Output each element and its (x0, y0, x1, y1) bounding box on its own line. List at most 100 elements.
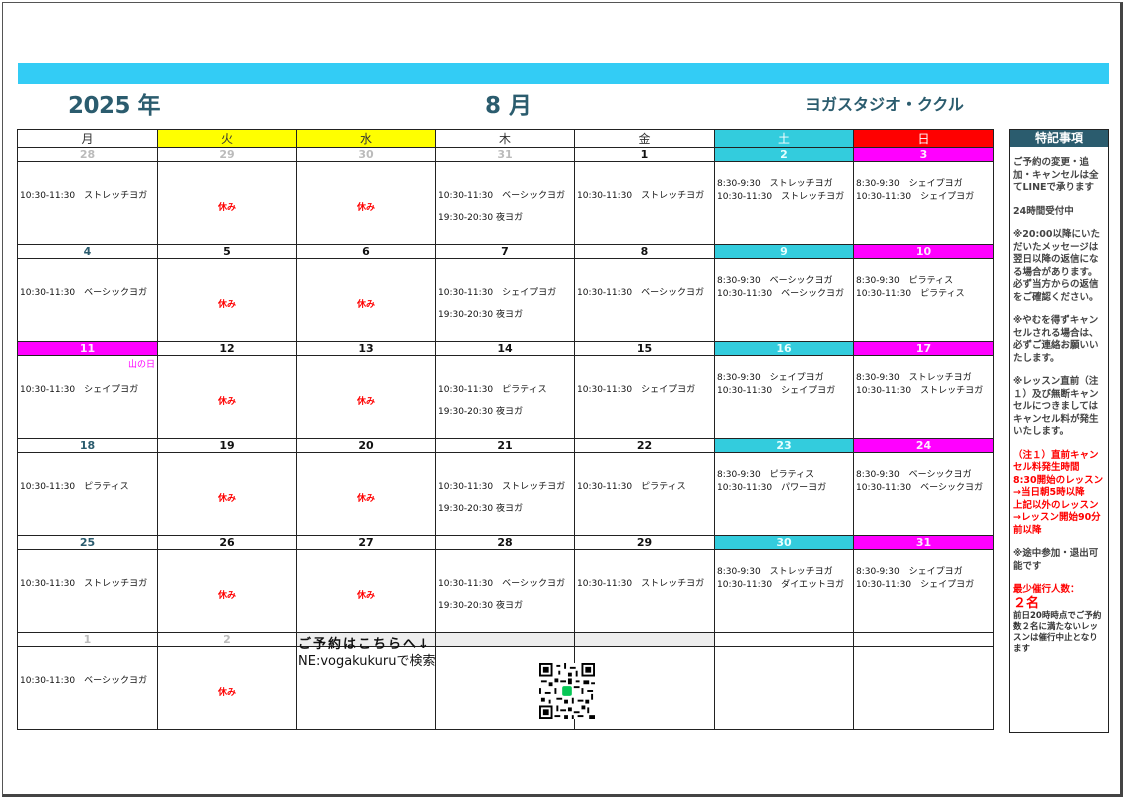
date-sun (853, 632, 994, 647)
day-cell[interactable]: 8:30-9:30 シェイプヨガ 10:30-11:30 シェイプヨガ (853, 549, 994, 633)
day-cell[interactable]: 休み (296, 549, 436, 633)
note-24h: 24時間受付中 (1013, 205, 1074, 217)
closed-label: 休み (356, 397, 375, 407)
lesson-entry: 10:30-11:30 ベーシックヨガ (20, 288, 147, 298)
day-cell[interactable]: 10:30-11:30 ベーシックヨガ (17, 646, 158, 730)
lesson-entry: 10:30-11:30 ベーシックヨガ (438, 579, 565, 589)
day-cell[interactable]: 10:30-11:30 ストレッチヨガ (574, 549, 715, 633)
lesson-entry: 8:30-9:30 ストレッチヨガ (717, 567, 833, 577)
lesson-entry: 10:30-11:30 シェイプヨガ (577, 385, 696, 395)
day-cell[interactable] (574, 646, 715, 730)
day-cell[interactable] (853, 646, 994, 730)
qr-code-icon[interactable] (539, 663, 595, 719)
day-cell[interactable]: 8:30-9:30 ピラティス 10:30-11:30 パワーヨガ (714, 452, 854, 536)
closed-label: 休み (217, 688, 236, 698)
date-sat: 23 (714, 438, 854, 453)
day-cell[interactable]: 山の日 10:30-11:30 シェイプヨガ (17, 355, 158, 439)
lesson-entry: 8:30-9:30 ストレッチヨガ (717, 179, 833, 189)
day-cell[interactable]: 8:30-9:30 シェイプヨガ 10:30-11:30 シェイプヨガ (714, 355, 854, 439)
day-cell[interactable]: 10:30-11:30 ストレッチヨガ (574, 161, 715, 245)
date-sat: 9 (714, 244, 854, 259)
day-cell[interactable]: 休み (157, 355, 297, 439)
weekday-thu: 木 (435, 129, 575, 148)
note-cancel: ※やむを得ずキャンセルされる場合は、必ずご連絡お願いいたします。 (1013, 315, 1099, 364)
day-cell[interactable]: 10:30-11:30 ストレッチヨガ (17, 161, 158, 245)
day-cell[interactable]: 10:30-11:30 ベーシックヨガ 19:30-20:30 夜ヨガ (435, 549, 575, 633)
weekday-header-row: 月 火 水 木 金 土 日 (17, 129, 994, 148)
date-thu: 31 (435, 147, 575, 162)
day-cell[interactable]: 10:30-11:30 ピラティス 19:30-20:30 夜ヨガ (435, 355, 575, 439)
closed-label: 休み (217, 397, 236, 407)
day-cell[interactable]: 8:30-9:30 ベーシックヨガ 10:30-11:30 ベーシックヨガ (714, 258, 854, 342)
schedule-row: 10:30-11:30 ストレッチヨガ 休み 休み 10:30-11:30 ベーシック… (17, 161, 994, 245)
day-cell[interactable]: 8:30-9:30 ストレッチヨガ 10:30-11:30 ストレッチヨガ (853, 355, 994, 439)
schedule-row: 10:30-11:30 ストレッチヨガ 休み 休み 10:30-11:30 ベーシック… (17, 549, 994, 633)
day-cell[interactable]: 8:30-9:30 ストレッチヨガ 10:30-11:30 ダイエットヨガ (714, 549, 854, 633)
day-cell[interactable] (714, 646, 854, 730)
day-cell[interactable]: 10:30-11:30 ベーシックヨガ 19:30-20:30 夜ヨガ (435, 161, 575, 245)
day-cell[interactable]: 8:30-9:30 ベーシックヨガ 10:30-11:30 ベーシックヨガ (853, 452, 994, 536)
day-cell[interactable]: 休み (157, 646, 297, 730)
day-cell[interactable]: 休み (296, 258, 436, 342)
date-wed: 13 (296, 341, 436, 356)
date-thu: 21 (435, 438, 575, 453)
day-cell[interactable]: 休み (296, 452, 436, 536)
day-cell[interactable]: 8:30-9:30 ピラティス 10:30-11:30 ピラティス (853, 258, 994, 342)
date-row: 12 (17, 632, 994, 647)
lesson-entry: 10:30-11:30 ストレッチヨガ (20, 191, 148, 201)
note-fee-time-morning: 8:30開始のレッスン→当日朝5時以降 (1013, 474, 1104, 499)
day-cell[interactable]: 10:30-11:30 ベーシックヨガ (574, 258, 715, 342)
day-cell[interactable]: 10:30-11:30 ストレッチヨガ (17, 549, 158, 633)
day-cell[interactable]: 休み (157, 161, 297, 245)
closed-label: 休み (356, 591, 375, 601)
day-cell[interactable]: 10:30-11:30 ベーシックヨガ (17, 258, 158, 342)
lesson-entry: 19:30-20:30 夜ヨガ (438, 504, 523, 514)
date-fri (574, 632, 715, 647)
date-fri: 29 (574, 535, 715, 550)
day-cell[interactable]: 休み (157, 258, 297, 342)
note-line-contact: ご予約の変更・追加・キャンセルは全てLINEで承ります (1013, 157, 1099, 193)
day-cell[interactable]: 10:30-11:30 ピラティス (574, 452, 715, 536)
date-row: 11 12 13 14 15 16 17 (17, 341, 994, 356)
lesson-entry: 10:30-11:30 ベーシックヨガ (20, 676, 147, 686)
lesson-entry: 19:30-20:30 夜ヨガ (438, 601, 523, 611)
date-wed: 27 (296, 535, 436, 550)
note-min-label: 最少催行人数： (1013, 584, 1080, 595)
day-cell[interactable]: 休み (157, 549, 297, 633)
date-sun: 24 (853, 438, 994, 453)
lesson-entry: 10:30-11:30 ベーシックヨガ (577, 288, 704, 298)
day-cell[interactable]: 8:30-9:30 ストレッチヨガ 10:30-11:30 ストレッチヨガ (714, 161, 854, 245)
day-cell[interactable]: 休み (296, 161, 436, 245)
date-wed: 30 (296, 147, 436, 162)
date-thu: 28 (435, 535, 575, 550)
lesson-entry: 10:30-11:30 ベーシックヨガ (717, 289, 844, 299)
day-cell[interactable]: 10:30-11:30 シェイプヨガ 19:30-20:30 夜ヨガ (435, 258, 575, 342)
day-cell[interactable]: 休み (296, 355, 436, 439)
lesson-entry: 10:30-11:30 パワーヨガ (717, 483, 827, 493)
lesson-entry: 8:30-9:30 ストレッチヨガ (856, 373, 972, 383)
lesson-entry: 8:30-9:30 シェイプヨガ (856, 179, 963, 189)
lesson-entry: 10:30-11:30 ピラティス (856, 289, 965, 299)
day-cell[interactable]: 8:30-9:30 シェイプヨガ 10:30-11:30 シェイプヨガ (853, 161, 994, 245)
date-tue: 2 (157, 632, 297, 647)
day-cell[interactable]: 10:30-11:30 ピラティス (17, 452, 158, 536)
date-thu: 14 (435, 341, 575, 356)
schedule-row: 10:30-11:30 ピラティス 休み 休み 10:30-11:30 ストレッチヨガ… (17, 452, 994, 536)
lesson-entry: 8:30-9:30 ピラティス (717, 470, 815, 480)
weekday-tue: 火 (157, 129, 297, 148)
date-fri: 15 (574, 341, 715, 356)
lesson-entry: 10:30-11:30 ベーシックヨガ (438, 191, 565, 201)
lesson-entry: 10:30-11:30 シェイプヨガ (717, 386, 836, 396)
date-tue: 26 (157, 535, 297, 550)
note-join-leave: ※途中参加・退出可能です (1013, 548, 1099, 572)
lesson-entry: 10:30-11:30 シェイプヨガ (856, 580, 975, 590)
lesson-entry: 19:30-20:30 夜ヨガ (438, 213, 523, 223)
lesson-entry: 8:30-9:30 ベーシックヨガ (856, 470, 972, 480)
date-sun: 3 (853, 147, 994, 162)
lesson-entry: 8:30-9:30 シェイプヨガ (717, 373, 824, 383)
day-cell[interactable]: 10:30-11:30 ストレッチヨガ 19:30-20:30 夜ヨガ (435, 452, 575, 536)
day-cell[interactable]: 10:30-11:30 シェイプヨガ (574, 355, 715, 439)
date-mon: 25 (17, 535, 158, 550)
day-cell[interactable]: 休み (157, 452, 297, 536)
date-row: 25 26 27 28 29 30 31 (17, 535, 994, 550)
